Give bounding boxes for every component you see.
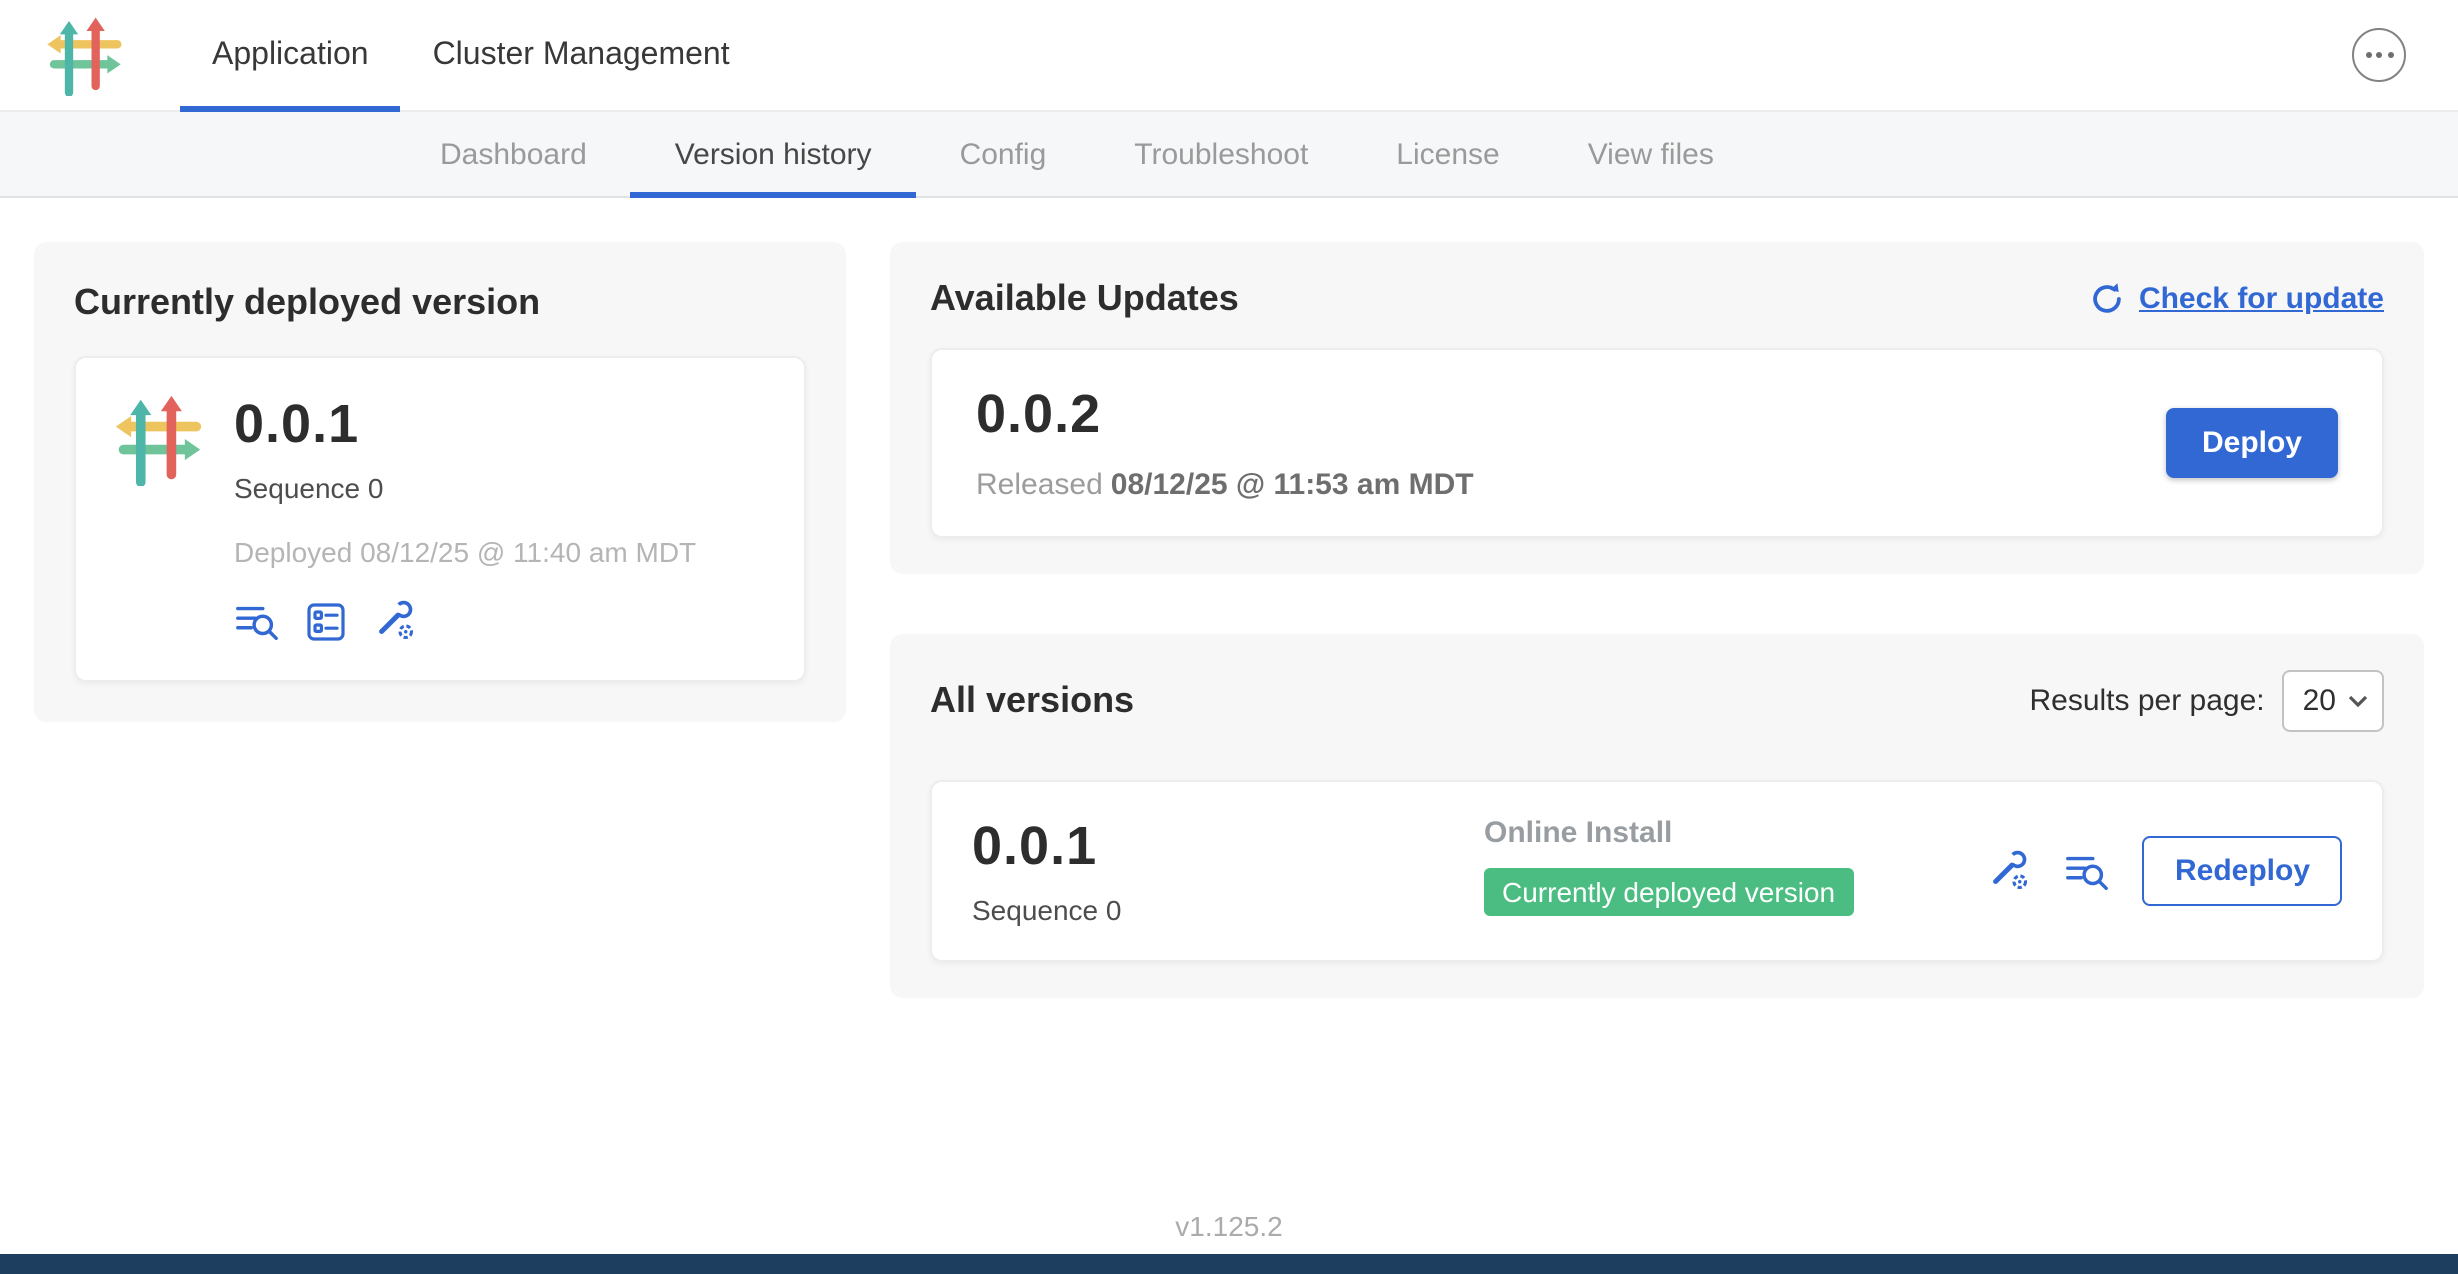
check-for-update-link[interactable]: Check for update — [2091, 282, 2384, 316]
tab-troubleshoot[interactable]: Troubleshoot — [1090, 112, 1352, 196]
tab-cluster-management[interactable]: Cluster Management — [401, 0, 762, 111]
redeploy-button[interactable]: Redeploy — [2143, 836, 2342, 906]
update-version-number: 0.0.2 — [976, 384, 1474, 446]
more-options-button[interactable] — [2352, 28, 2406, 82]
app-icon — [112, 394, 204, 486]
top-navbar: Application Cluster Management — [0, 0, 2458, 112]
tab-cluster-management-label: Cluster Management — [433, 37, 730, 73]
config-wrench-icon[interactable] — [372, 598, 418, 644]
tab-dashboard[interactable]: Dashboard — [396, 112, 631, 196]
tab-config[interactable]: Config — [916, 112, 1091, 196]
released-date: 08/12/25 @ 11:53 am MDT — [1111, 468, 1474, 502]
deployed-timestamp: Deployed 08/12/25 @ 11:40 am MDT — [234, 536, 696, 568]
deploy-button[interactable]: Deploy — [2166, 408, 2338, 478]
tab-license[interactable]: License — [1352, 112, 1543, 196]
results-per-page-value: 20 — [2303, 684, 2336, 718]
deploy-logs-icon[interactable] — [234, 601, 280, 641]
refresh-icon — [2091, 282, 2125, 316]
bottom-bar — [0, 1254, 2458, 1274]
tab-application[interactable]: Application — [180, 0, 401, 111]
currently-deployed-title: Currently deployed version — [74, 282, 806, 324]
version-row: 0.0.1 Sequence 0 Online Install Currentl… — [930, 780, 2384, 962]
preflight-checks-icon[interactable] — [306, 601, 346, 641]
tab-version-history[interactable]: Version history — [631, 112, 916, 196]
deployed-sequence-label: Sequence 0 — [234, 472, 696, 504]
deployed-version-card: 0.0.1 Sequence 0 Deployed 08/12/25 @ 11:… — [74, 356, 806, 682]
results-per-page-label: Results per page: — [2029, 684, 2264, 718]
tab-application-label: Application — [212, 37, 369, 73]
released-prefix: Released — [976, 468, 1103, 502]
ellipsis-icon — [2365, 52, 2371, 58]
currently-deployed-badge: Currently deployed version — [1484, 868, 1853, 916]
app-subnav: Dashboard Version history Config Trouble… — [0, 112, 2458, 198]
install-type-label: Online Install — [1484, 816, 1987, 850]
all-versions-card: All versions Results per page: 20 0.0 — [890, 634, 2424, 998]
all-versions-title: All versions — [930, 680, 1134, 722]
row-version-number: 0.0.1 — [972, 816, 1484, 878]
page: Application Cluster Management Dashboard… — [0, 0, 2458, 1274]
row-actions: Redeploy — [1987, 836, 2342, 906]
currently-deployed-card: Currently deployed version 0.0.1 Sequenc… — [34, 242, 846, 722]
update-version-card: 0.0.2 Released08/12/25 @ 11:53 am MDT De… — [930, 348, 2384, 538]
available-updates-title: Available Updates — [930, 278, 1239, 320]
results-per-page-select[interactable]: 20 — [2283, 670, 2384, 732]
release-timestamp: Released08/12/25 @ 11:53 am MDT — [976, 468, 1474, 502]
app-logo-icon — [44, 15, 124, 95]
check-for-update-label: Check for update — [2139, 282, 2384, 316]
deployed-version-number: 0.0.1 — [234, 394, 696, 456]
tab-view-files[interactable]: View files — [1544, 112, 1758, 196]
available-updates-card: Available Updates Check for update — [890, 242, 2424, 574]
row-logs-icon[interactable] — [2065, 851, 2111, 891]
row-config-wrench-icon[interactable] — [1987, 848, 2033, 894]
results-per-page-group: Results per page: 20 — [2029, 670, 2384, 732]
right-column: Available Updates Check for update — [890, 242, 2424, 998]
row-sequence-label: Sequence 0 — [972, 894, 1484, 926]
deployed-actions — [234, 598, 696, 644]
main-content: Currently deployed version 0.0.1 Sequenc… — [0, 198, 2458, 998]
chevron-down-icon — [2348, 694, 2368, 708]
footer-version: v1.125.2 — [0, 1210, 2458, 1242]
